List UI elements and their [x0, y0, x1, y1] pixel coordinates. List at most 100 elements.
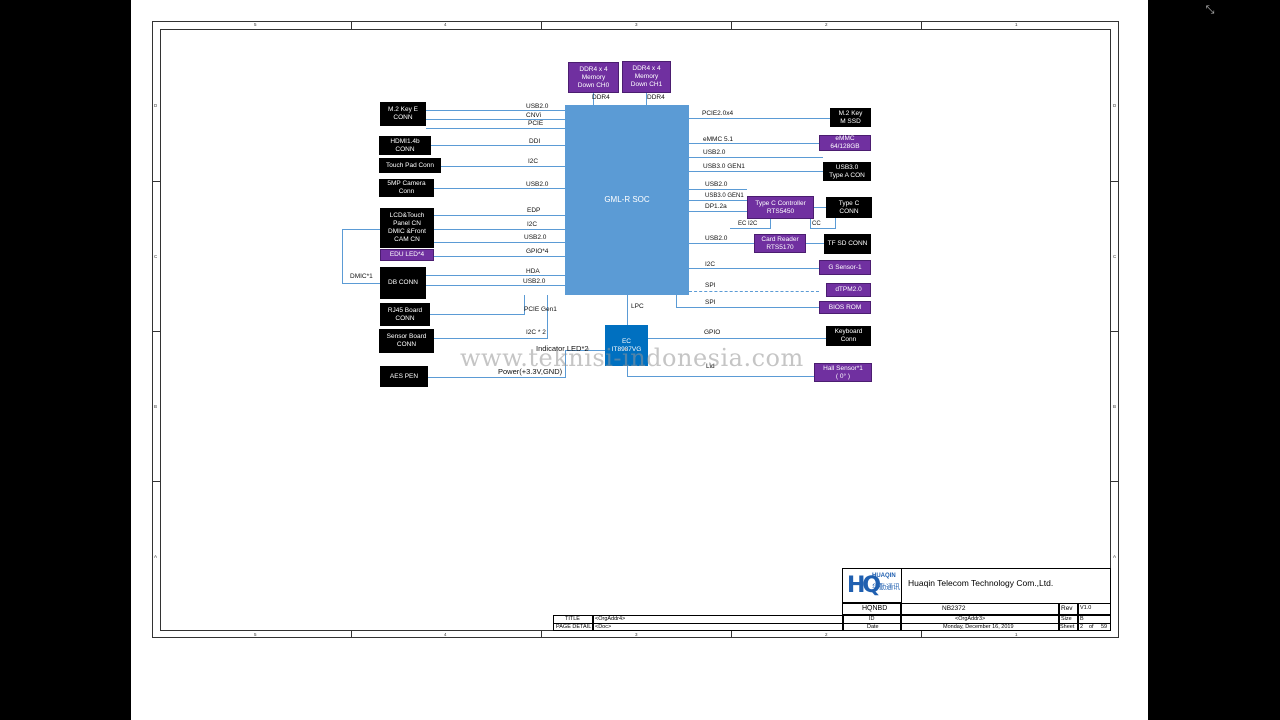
- zone-label-left: B: [154, 404, 158, 409]
- signal-label: LPC: [631, 303, 644, 310]
- bus-line: [434, 242, 565, 243]
- aes-pen-block[interactable]: AES PEN: [380, 366, 428, 387]
- edu-led-block[interactable]: EDU LED*4: [380, 249, 434, 261]
- soc-block[interactable]: GML-R SOC: [565, 105, 689, 295]
- ddr4-ch0-block[interactable]: DDR4 x 4 Memory Down CH0: [568, 62, 619, 93]
- lcd-panel-block[interactable]: LCD&Touch Panel CN DMIC &Front CAM CN: [380, 208, 434, 248]
- dmic-line: [342, 229, 343, 284]
- signal-label: HDA: [526, 268, 540, 275]
- sensor-board-block[interactable]: Sensor Board CONN: [379, 329, 434, 353]
- signal-label: CC: [812, 221, 821, 227]
- lpc-line: [627, 295, 628, 326]
- aes-pen-label: AES PEN: [389, 372, 419, 380]
- board-name: NB2372: [942, 605, 966, 612]
- zone-tick: [921, 631, 922, 638]
- company-name: Huaqin Telecom Technology Com.,Ltd.: [908, 578, 1054, 588]
- g-sensor-label: G Sensor-1: [828, 263, 862, 271]
- bus-line-dashed: [689, 291, 819, 292]
- bus-line: [689, 211, 747, 212]
- hdmi-label: HDMI1.4b CONN: [390, 137, 420, 153]
- hall-sensor-block[interactable]: Hall Sensor*1 ( 0° ): [814, 363, 872, 382]
- zone-tick: [1111, 481, 1119, 482]
- zone-tick: [1111, 181, 1119, 182]
- m2-ssd-block[interactable]: M.2 Key M SSD: [830, 108, 871, 127]
- bus-line: [689, 157, 823, 158]
- title-row: [553, 615, 1111, 623]
- divider: [592, 615, 594, 631]
- g-sensor-block[interactable]: G Sensor-1: [819, 260, 871, 275]
- camera-block[interactable]: 5MP Camera Conn: [379, 179, 434, 197]
- exit-fullscreen-icon[interactable]: ⤡: [1203, 3, 1217, 17]
- keyboard-block[interactable]: Keyboard Conn: [826, 326, 871, 346]
- zone-label-left: A: [154, 554, 158, 559]
- zone-tick: [351, 21, 352, 29]
- edu-led-label: EDU LED*4: [389, 251, 425, 258]
- bus-line: [676, 307, 819, 308]
- id-label: ID: [869, 616, 875, 622]
- watermark-text: www.teknisi-indonesia.com: [460, 344, 804, 372]
- emmc-block[interactable]: eMMC 64/128GB: [819, 135, 871, 151]
- zone-label-top: 1: [1015, 22, 1018, 27]
- m2-key-e-block[interactable]: M.2 Key E CONN: [380, 102, 426, 126]
- m2-key-e-label: M.2 Key E CONN: [388, 106, 418, 121]
- ddr4-ch1-block[interactable]: DDR4 x 4 Memory Down CH1: [622, 61, 671, 93]
- bus-line: [426, 128, 565, 129]
- bus-line: [434, 338, 548, 339]
- zone-label-right: B: [1113, 404, 1117, 409]
- bus-line: [689, 200, 747, 201]
- zone-tick: [152, 331, 160, 332]
- zone-tick: [351, 631, 352, 638]
- hdmi-block[interactable]: HDMI1.4b CONN: [379, 136, 431, 155]
- touch-pad-block[interactable]: Touch Pad Conn: [379, 158, 441, 173]
- dmic-line: [342, 283, 380, 284]
- bus-line: [428, 377, 566, 378]
- signal-label: I2C: [705, 261, 716, 268]
- bus-line: [689, 243, 754, 244]
- dtpm-block[interactable]: dTPM2.0: [826, 283, 871, 297]
- logo-chinese: 华勤通讯: [872, 584, 900, 591]
- rev-value: V1.0: [1080, 605, 1092, 611]
- bus-line: [814, 207, 826, 208]
- ddr4-ch0-label: DDR4 x 4 Memory Down CH0: [577, 65, 610, 89]
- zone-label-bottom: 3: [635, 632, 638, 637]
- db-conn-label: DB CONN: [388, 279, 418, 286]
- bus-line: [689, 171, 823, 172]
- zone-label-right: A: [1113, 554, 1117, 559]
- signal-label: USB2.0: [523, 278, 546, 285]
- bus-line: [426, 119, 565, 120]
- zone-label-top: 2: [825, 22, 828, 27]
- zone-label-top: 4: [444, 22, 447, 27]
- bios-rom-block[interactable]: BIOS ROM: [819, 301, 871, 314]
- bus-line: [689, 189, 747, 190]
- signal-label: USB3.0 GEN1: [703, 163, 745, 170]
- signal-label: SPI: [705, 282, 716, 289]
- signal-label: PCIE2.0x4: [702, 110, 734, 117]
- m2-ssd-label: M.2 Key M SSD: [838, 109, 863, 125]
- zone-label-bottom: 5: [254, 632, 257, 637]
- bus-line: [835, 218, 836, 229]
- tf-sd-block[interactable]: TF SD CONN: [824, 234, 871, 254]
- page-detail-label: PAGE DETAIL: [556, 624, 592, 630]
- signal-label: DMIC*1: [350, 273, 373, 280]
- signal-label: USB2.0: [526, 181, 549, 188]
- bus-line: [770, 219, 771, 229]
- bus-line: [434, 256, 565, 257]
- bios-rom-label: BIOS ROM: [828, 303, 862, 311]
- bus-line: [434, 215, 565, 216]
- sheet-number: 2: [1080, 624, 1084, 630]
- signal-label: SPI: [705, 299, 716, 306]
- rj45-block[interactable]: RJ45 Board CONN: [380, 303, 430, 326]
- date-value: Monday, December 16, 2019: [943, 624, 1014, 630]
- card-reader-block[interactable]: Card Reader RTS5170: [754, 234, 806, 253]
- logo-mark: HQ: [847, 573, 881, 598]
- bus-line: [441, 166, 565, 167]
- bus-line: [730, 228, 770, 229]
- rj45-label: RJ45 Board CONN: [387, 306, 423, 322]
- usb3-type-a-block[interactable]: USB3.0 Type A CON: [823, 162, 871, 181]
- type-c-controller-block[interactable]: Type C Controller RTS5450: [747, 196, 814, 219]
- signal-label: DP1.2a: [705, 203, 727, 210]
- type-c-conn-block[interactable]: Type C CONN: [826, 197, 872, 218]
- sensor-board-label: Sensor Board CONN: [386, 333, 427, 348]
- zone-label-bottom: 1: [1015, 632, 1018, 637]
- db-conn-block[interactable]: DB CONN: [380, 267, 426, 299]
